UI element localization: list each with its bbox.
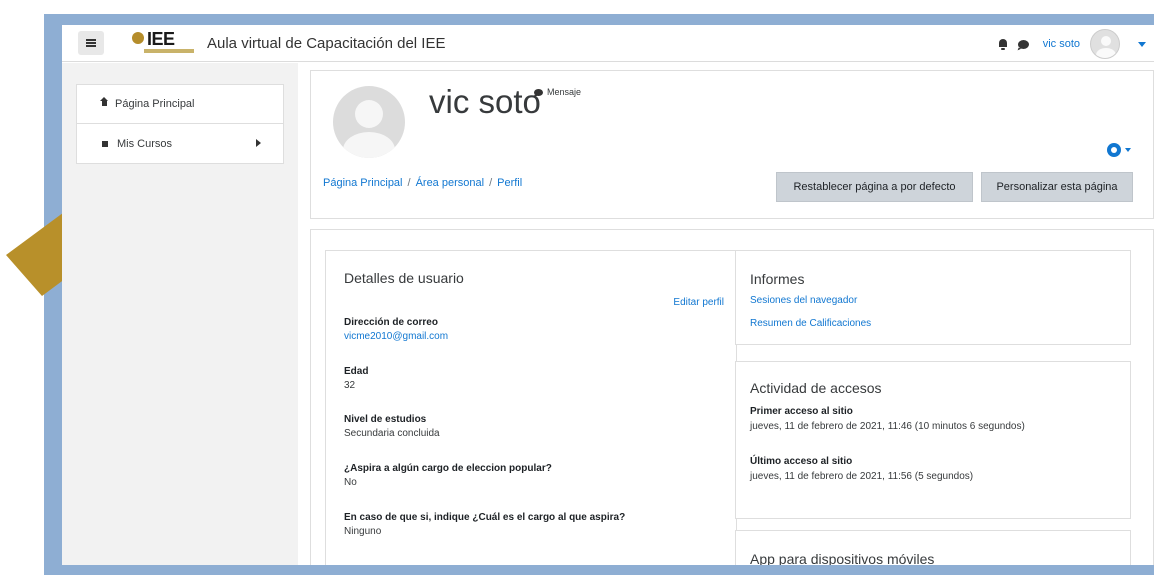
reports-section: Informes Sesiones del navegador Resumen … [735, 250, 1131, 345]
app-window: IEE Aula virtual de Capacitación del IEE… [62, 25, 1154, 565]
reset-page-button[interactable]: Restablecer página a por defecto [776, 172, 973, 202]
field-value: Secundaria concluida [344, 428, 440, 439]
breadcrumb: Página Principal / Área personal / Perfi… [323, 177, 522, 189]
chat-icon [534, 88, 543, 96]
field-position: En caso de que si, indique ¿Cuál es el c… [344, 512, 625, 537]
bell-icon[interactable] [998, 38, 1008, 50]
first-access: Primer acceso al sitio jueves, 11 de feb… [750, 406, 1025, 432]
avatar-body [1096, 48, 1116, 58]
avatar[interactable] [1090, 29, 1120, 59]
avatar-body [343, 132, 395, 158]
field-label: Nivel de estudios [344, 414, 427, 425]
field-label: Edad [344, 366, 369, 377]
field-value: 32 [344, 380, 356, 391]
grades-overview-link[interactable]: Resumen de Calificaciones [750, 318, 871, 329]
login-activity-section: Actividad de accesos Primer acceso al si… [735, 361, 1131, 519]
browser-sessions-link[interactable]: Sesiones del navegador [750, 295, 857, 306]
last-access: Último acceso al sitio jueves, 11 de feb… [750, 456, 973, 482]
home-icon [100, 97, 109, 108]
site-logo[interactable]: IEE [132, 29, 194, 56]
profile-header: vic soto Mensaje Página Principal / Área… [310, 70, 1154, 219]
gear-icon [1107, 143, 1121, 157]
site-name[interactable]: Aula virtual de Capacitación del IEE [207, 35, 445, 52]
page-title: vic soto [429, 83, 541, 120]
field-value: No [344, 477, 357, 488]
field-aspires: ¿Aspira a algún cargo de eleccion popula… [344, 463, 552, 488]
message-button[interactable]: Mensaje [534, 87, 581, 97]
field-email: Dirección de correo vicme2010@gmail.com [344, 317, 448, 342]
page-settings-menu[interactable] [1107, 143, 1131, 157]
profile-content: Detalles de usuario Editar perfil Direcc… [310, 229, 1154, 565]
section-title: Actividad de accesos [750, 380, 882, 396]
section-title: Informes [750, 271, 805, 287]
breadcrumb-separator: / [407, 177, 411, 189]
menu-icon [86, 39, 96, 47]
nav-drawer: Página Principal Mis Cursos [62, 63, 298, 565]
user-menu-name[interactable]: vic soto [1043, 38, 1080, 50]
section-title: Detalles de usuario [344, 270, 464, 286]
breadcrumb-profile[interactable]: Perfil [497, 177, 522, 189]
chevron-down-icon [1125, 148, 1131, 152]
breadcrumb-home[interactable]: Página Principal [323, 177, 403, 189]
chevron-right-icon [256, 139, 261, 147]
section-title: App para dispositivos móviles [750, 551, 935, 565]
edit-profile-link[interactable]: Editar perfil [673, 297, 724, 308]
top-navbar: IEE Aula virtual de Capacitación del IEE… [62, 25, 1154, 62]
activity-label: Primer acceso al sitio [750, 406, 853, 417]
avatar-head [355, 100, 383, 128]
navbar-actions: vic soto [998, 29, 1146, 59]
emblem-icon [132, 32, 144, 44]
user-details-section: Detalles de usuario Editar perfil Direcc… [325, 250, 737, 565]
activity-value: jueves, 11 de febrero de 2021, 11:56 (5 … [750, 471, 974, 482]
field-education: Nivel de estudios Secundaria concluida [344, 414, 440, 439]
drawer-menu: Página Principal Mis Cursos [76, 84, 284, 164]
drawer-item-home[interactable]: Página Principal [77, 85, 283, 124]
customize-page-button[interactable]: Personalizar esta página [981, 172, 1133, 202]
field-age: Edad 32 [344, 366, 368, 391]
email-link[interactable]: vicme2010@gmail.com [344, 331, 448, 342]
chat-icon[interactable] [1017, 39, 1029, 49]
logo-subtitle-bar [144, 49, 194, 53]
drawer-item-my-courses[interactable]: Mis Cursos [77, 124, 283, 163]
field-value: Ninguno [344, 526, 382, 537]
field-label: En caso de que si, indique ¿Cuál es el c… [344, 512, 626, 523]
square-icon [102, 140, 108, 147]
mobile-app-section: App para dispositivos móviles [735, 530, 1131, 565]
drawer-item-label: Mis Cursos [117, 137, 173, 150]
message-label: Mensaje [547, 87, 582, 97]
field-label: ¿Aspira a algún cargo de eleccion popula… [344, 463, 552, 474]
chevron-down-icon[interactable] [1138, 41, 1146, 47]
breadcrumb-separator: / [489, 177, 493, 189]
activity-label: Último acceso al sitio [750, 456, 853, 467]
menu-toggle-button[interactable] [78, 31, 104, 55]
breadcrumb-dashboard[interactable]: Área personal [416, 177, 485, 189]
profile-avatar [333, 86, 405, 158]
logo-text: IEE [147, 29, 175, 49]
activity-value: jueves, 11 de febrero de 2021, 11:46 (10… [750, 421, 1025, 432]
field-label: Dirección de correo [344, 317, 438, 328]
avatar-head [1101, 36, 1111, 46]
drawer-item-label: Página Principal [115, 98, 195, 110]
